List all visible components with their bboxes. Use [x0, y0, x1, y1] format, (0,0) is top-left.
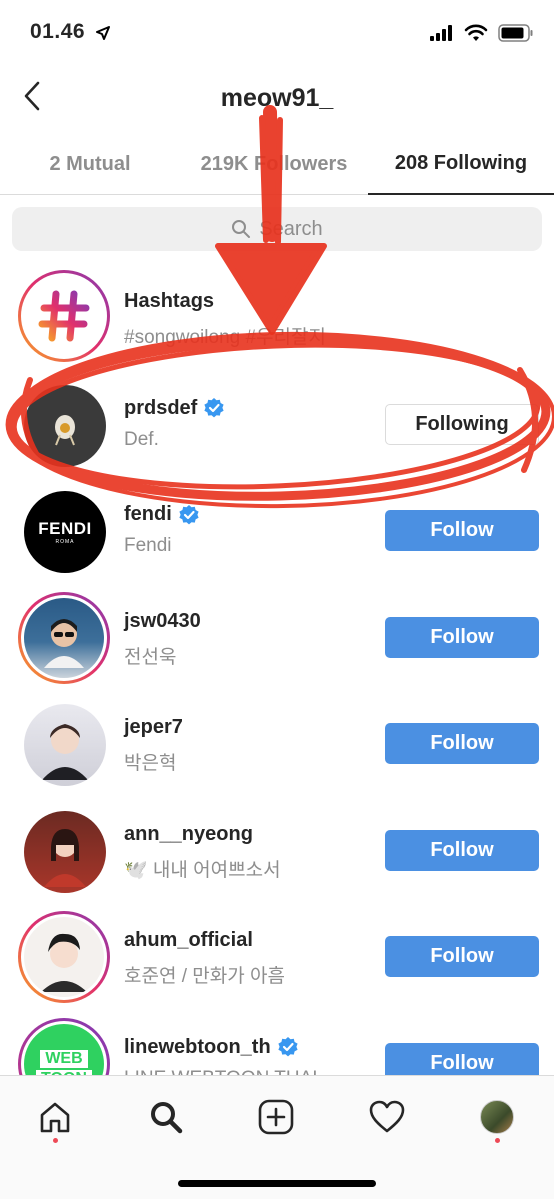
- username[interactable]: jsw0430: [124, 610, 201, 633]
- avatar-image: [42, 724, 88, 780]
- list-item-prdsdef[interactable]: prdsdef Def. Following: [0, 367, 554, 474]
- user-subtitle: Def.: [124, 428, 159, 450]
- list-item-hashtags[interactable]: Hashtags #songwoilong #우리잘지: [0, 260, 554, 367]
- username[interactable]: Hashtags: [124, 290, 214, 313]
- wifi-icon: [464, 24, 488, 41]
- user-subtitle: 전선욱: [124, 646, 177, 668]
- tab-following[interactable]: 208 Following: [368, 134, 554, 195]
- profile-notification-dot: [495, 1138, 500, 1143]
- tab-explore[interactable]: [141, 1092, 191, 1142]
- activity-icon: [369, 1100, 405, 1133]
- user-subtitle: Fendi: [124, 535, 172, 556]
- search-placeholder: Search: [259, 217, 323, 240]
- verified-badge-icon: [278, 1037, 298, 1057]
- webtoon-logo-top: WEB: [40, 1049, 88, 1068]
- list-item-ann-nyeong[interactable]: ann__nyeong 🕊️ 내내 어여쁘소서 Follow: [0, 793, 554, 900]
- following-list: Hashtags #songwoilong #우리잘지 prdsdef Def.…: [0, 260, 554, 1112]
- hashtag-icon: [38, 290, 90, 342]
- list-item-jsw0430[interactable]: jsw0430 전선욱 Follow: [0, 580, 554, 687]
- page-title: meow91_: [220, 84, 334, 112]
- avatar-image: [44, 618, 84, 668]
- tab-profile[interactable]: [472, 1092, 522, 1142]
- user-subtitle: 호준연 / 만화가 아흠: [124, 966, 285, 987]
- list-item-ahum-official[interactable]: ahum_official 호준연 / 만화가 아흠 Follow: [0, 899, 554, 1006]
- username[interactable]: ahum_official: [124, 929, 253, 952]
- tab-home[interactable]: [30, 1092, 80, 1142]
- avatar-ring[interactable]: [18, 591, 110, 684]
- verified-badge-icon: [204, 398, 224, 418]
- verified-badge-icon: [179, 504, 199, 524]
- follow-button[interactable]: Follow: [385, 936, 539, 977]
- avatar[interactable]: FENDI ROMA: [24, 491, 106, 573]
- home-indicator: [178, 1180, 376, 1187]
- tab-followers[interactable]: 219K Followers: [180, 134, 368, 194]
- tab-new-post[interactable]: [251, 1092, 301, 1142]
- avatar: [24, 597, 104, 678]
- list-item-fendi[interactable]: FENDI ROMA fendi Fendi Follow: [0, 473, 554, 580]
- status-time: 01.46: [30, 20, 86, 43]
- avatar[interactable]: [24, 704, 106, 786]
- username[interactable]: ann__nyeong: [124, 823, 253, 846]
- username[interactable]: jeper7: [124, 716, 183, 739]
- avatar[interactable]: [24, 810, 106, 893]
- username-text: linewebtoon_th: [124, 1035, 271, 1058]
- username[interactable]: linewebtoon_th: [124, 1036, 299, 1059]
- search-icon: [232, 220, 251, 238]
- username[interactable]: fendi: [124, 503, 200, 526]
- avatar-image: [55, 414, 75, 445]
- following-button[interactable]: Following: [385, 403, 539, 445]
- avatar-ring[interactable]: [18, 911, 110, 1003]
- avatar-image: [41, 933, 87, 992]
- fendi-logo: FENDI: [38, 519, 92, 538]
- avatar: [24, 917, 104, 997]
- follow-button[interactable]: Follow: [385, 829, 539, 871]
- tab-bar-top: 2 Mutual 219K Followers 208 Following: [0, 134, 554, 195]
- status-bar: 01.46: [0, 0, 554, 64]
- location-arrow-icon: [96, 26, 110, 40]
- home-icon: [40, 1102, 70, 1133]
- username[interactable]: prdsdef: [124, 397, 225, 420]
- cellular-signal-icon: [430, 25, 452, 41]
- profile-avatar: [480, 1100, 514, 1134]
- follow-button[interactable]: Follow: [385, 510, 539, 551]
- hashtag-avatar: [24, 276, 104, 356]
- tab-activity[interactable]: [362, 1092, 412, 1142]
- explore-icon: [151, 1102, 183, 1134]
- battery-icon: [498, 24, 533, 42]
- avatar-image: [44, 828, 86, 887]
- tab-mutual[interactable]: 2 Mutual: [0, 134, 180, 194]
- list-item-jeper7[interactable]: jeper7 박은혁 Follow: [0, 686, 554, 793]
- follow-button[interactable]: Follow: [385, 616, 539, 658]
- home-notification-dot: [53, 1138, 58, 1143]
- fendi-logo-sub: ROMA: [55, 539, 75, 545]
- search-input[interactable]: Search: [12, 207, 542, 251]
- avatar[interactable]: [24, 384, 106, 467]
- username-text: fendi: [124, 503, 172, 525]
- user-subtitle: #songwoilong #우리잘지: [124, 327, 326, 348]
- new-post-icon: [258, 1099, 294, 1135]
- follow-button[interactable]: Follow: [385, 723, 539, 764]
- avatar-ring: [18, 270, 110, 362]
- user-subtitle: 🕊️ 내내 어여쁘소서: [124, 859, 281, 881]
- username-text: prdsdef: [124, 396, 198, 419]
- user-subtitle: 박은혁: [124, 753, 177, 774]
- nav-header: meow91_: [0, 64, 554, 134]
